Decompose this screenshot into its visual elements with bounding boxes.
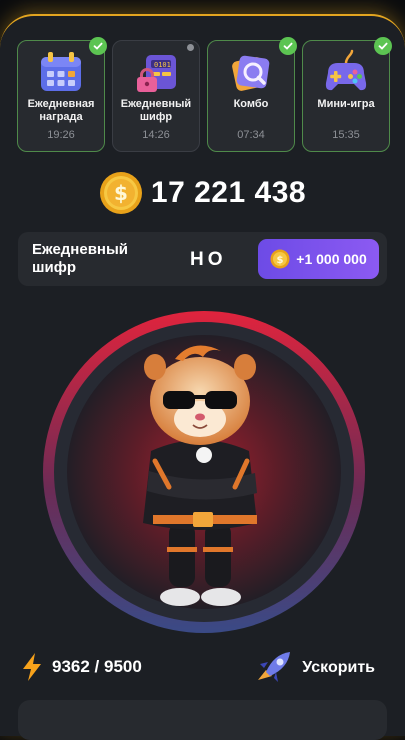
mini-game-card[interactable]: Мини-игра 15:35 [302, 37, 392, 152]
daily-cards: Ежедневная награда 19:26 0101 Ежедневный… [17, 37, 392, 152]
balance-amount: 17 221 438 [150, 176, 307, 209]
coin-icon: $ [270, 249, 290, 269]
energy-meter: 9362 / 9500 [20, 652, 142, 682]
combo-icon [232, 55, 270, 91]
daily-reward-card[interactable]: Ежедневная награда 19:26 [17, 37, 107, 152]
coin-balance: $ 17 221 438 [0, 171, 405, 215]
checkmark-icon [374, 37, 392, 55]
svg-text:$: $ [114, 181, 128, 205]
card-timer: 07:34 [237, 129, 265, 141]
card-title: Мини-игра [317, 98, 375, 110]
svg-text:$: $ [277, 255, 284, 266]
cipher-lock-icon: 0101 [137, 55, 176, 92]
status-dot [187, 44, 194, 51]
hamster-tap-button[interactable] [43, 311, 365, 633]
checkmark-icon [279, 37, 297, 55]
svg-text:0101: 0101 [154, 61, 171, 69]
checkmark-icon [89, 37, 107, 55]
daily-cipher-bar: Ежедневный шифр НО $ +1 000 000 [18, 232, 387, 286]
cipher-label: Ежедневный шифр [32, 241, 129, 276]
gamepad-icon [325, 49, 367, 91]
boost-label: Ускорить [302, 659, 375, 676]
combo-card[interactable]: Комбо 07:34 [207, 37, 297, 152]
rocket-icon [258, 652, 291, 682]
card-timer: 14:26 [142, 129, 170, 141]
bottom-navigation [18, 700, 387, 740]
lightning-icon [23, 653, 41, 681]
card-title: Ежедневный шифр [120, 98, 192, 123]
energy-value: 9362 / 9500 [52, 657, 142, 676]
card-timer: 15:35 [332, 129, 360, 141]
daily-cipher-card[interactable]: 0101 Ежедневный шифр 14:26 [112, 40, 200, 152]
card-title: Комбо [233, 98, 269, 110]
claim-reward-button[interactable]: $ +1 000 000 [258, 239, 379, 279]
bottom-bar: 9362 / 9500 Ускорить [0, 648, 405, 688]
card-timer: 19:26 [47, 129, 75, 141]
card-title: Ежедневная награда [27, 98, 95, 123]
boost-button[interactable]: Ускорить [252, 650, 375, 686]
coin-icon: $ [99, 172, 142, 214]
cipher-code: НО [190, 249, 227, 270]
calendar-icon [41, 52, 81, 91]
reward-amount: +1 000 000 [296, 251, 367, 267]
